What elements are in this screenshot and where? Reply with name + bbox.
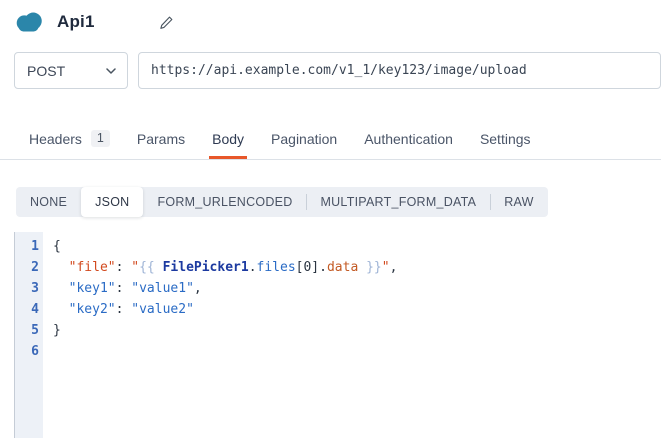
page-title: Api1 bbox=[57, 12, 95, 32]
tab-label: Settings bbox=[480, 131, 531, 147]
tab-headers[interactable]: Headers 1 bbox=[26, 122, 113, 159]
line-number: 2 bbox=[15, 257, 39, 278]
tab-label: Pagination bbox=[271, 131, 337, 147]
editor-code[interactable]: { "file": "{{ FilePicker1.files[0].data … bbox=[43, 232, 661, 438]
tab-settings[interactable]: Settings bbox=[477, 122, 534, 159]
tab-label: Params bbox=[137, 131, 185, 147]
body-type-json[interactable]: JSON bbox=[81, 187, 143, 217]
cloud-icon bbox=[12, 9, 46, 35]
tab-authentication[interactable]: Authentication bbox=[361, 122, 456, 159]
body-type-none[interactable]: NONE bbox=[16, 187, 81, 217]
tab-label: Headers bbox=[29, 131, 82, 147]
line-number: 6 bbox=[15, 341, 39, 362]
body-type-multipart_form_data[interactable]: MULTIPART_FORM_DATA bbox=[306, 187, 490, 217]
body-type-form_urlencoded[interactable]: FORM_URLENCODED bbox=[143, 187, 306, 217]
tab-pagination[interactable]: Pagination bbox=[268, 122, 340, 159]
method-select-value: POST bbox=[27, 63, 65, 79]
method-select[interactable]: POST bbox=[14, 52, 128, 89]
tab-label: Authentication bbox=[364, 131, 453, 147]
chevron-down-icon bbox=[106, 68, 116, 74]
edit-name-button[interactable] bbox=[157, 13, 176, 32]
api-editor-pane: Api1 POST Headers 1 Params Body Pagination Au… bbox=[0, 0, 661, 438]
tab-count-badge: 1 bbox=[91, 130, 110, 147]
api-header: Api1 bbox=[12, 8, 661, 36]
line-number: 3 bbox=[15, 278, 39, 299]
line-number: 1 bbox=[15, 236, 39, 257]
code-line[interactable]: "file": "{{ FilePicker1.files[0].data }}… bbox=[53, 257, 661, 278]
line-number: 4 bbox=[15, 299, 39, 320]
tab-body[interactable]: Body bbox=[209, 122, 247, 159]
body-type-raw[interactable]: RAW bbox=[490, 187, 547, 217]
request-row: POST bbox=[14, 52, 661, 89]
edit-pencil-icon bbox=[159, 15, 174, 30]
url-input[interactable] bbox=[138, 52, 661, 89]
code-line[interactable]: } bbox=[53, 320, 661, 341]
code-line[interactable] bbox=[53, 341, 661, 362]
tab-label: Body bbox=[212, 131, 244, 147]
code-line[interactable]: "key1": "value1", bbox=[53, 278, 661, 299]
request-tabs: Headers 1 Params Body Pagination Authenticati… bbox=[0, 122, 661, 160]
editor-gutter: 123456 bbox=[15, 232, 43, 438]
code-line[interactable]: "key2": "value2" bbox=[53, 299, 661, 320]
line-number: 5 bbox=[15, 320, 39, 341]
code-line[interactable]: { bbox=[53, 236, 661, 257]
body-editor[interactable]: 123456 { "file": "{{ FilePicker1.files[0… bbox=[14, 232, 661, 438]
body-type-tabs: NONEJSONFORM_URLENCODEDMULTIPART_FORM_DA… bbox=[16, 187, 548, 217]
tab-params[interactable]: Params bbox=[134, 122, 188, 159]
